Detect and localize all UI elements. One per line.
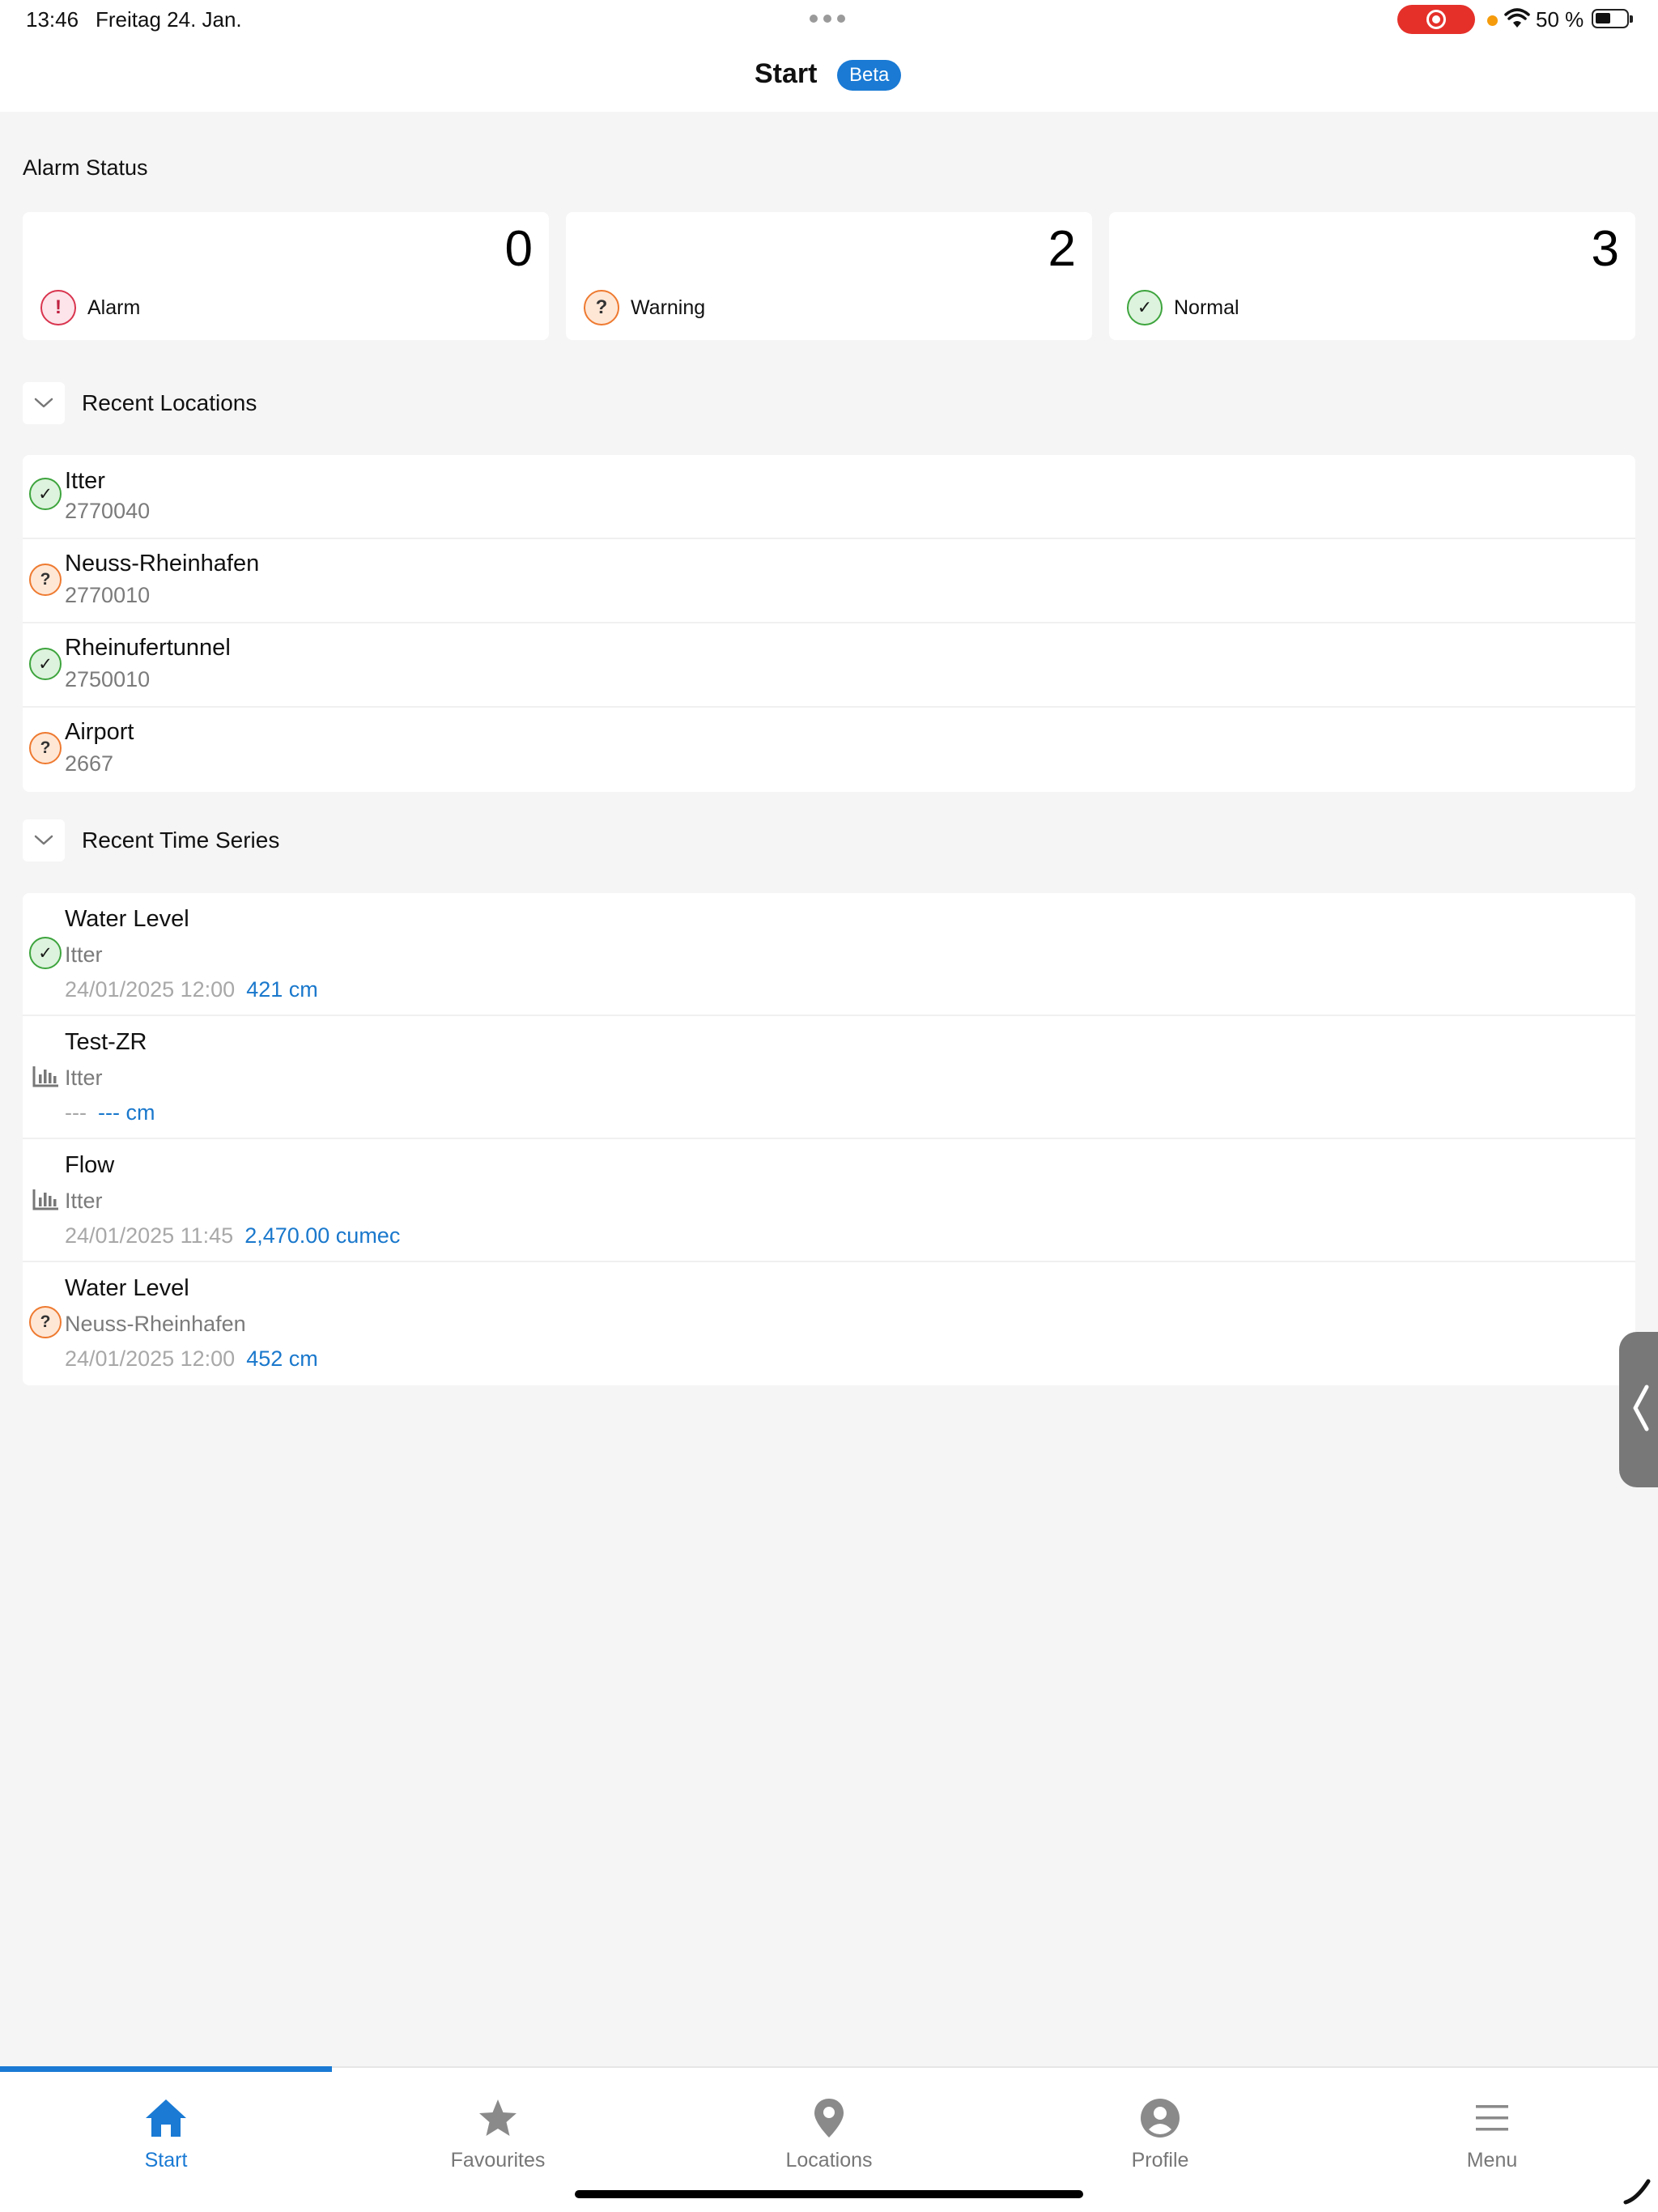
time-series-row[interactable]: Test-ZR Itter --- --- cm bbox=[23, 1016, 1635, 1139]
time-series-value: 2,470.00 cumec bbox=[244, 1223, 401, 1248]
warning-status-icon: ? bbox=[29, 732, 62, 764]
location-pin-icon bbox=[814, 2099, 844, 2138]
mic-indicator-icon bbox=[1487, 15, 1498, 26]
tab-start[interactable]: Start bbox=[0, 2086, 332, 2183]
time-series-location: Itter bbox=[65, 1189, 103, 1213]
normal-status-icon: ✓ bbox=[29, 478, 62, 510]
warning-status-icon: ? bbox=[29, 1306, 62, 1338]
time-series-meta: --- --- cm bbox=[65, 1100, 155, 1125]
location-id: 2770040 bbox=[65, 499, 151, 523]
home-icon bbox=[146, 2099, 186, 2137]
recent-time-series-title: Recent Time Series bbox=[82, 827, 280, 853]
time-series-timestamp: 24/01/2025 11:45 bbox=[65, 1223, 234, 1248]
location-row[interactable]: ✓ Rheinufertunnel 2750010 bbox=[23, 623, 1635, 708]
chevron-down-icon bbox=[34, 398, 53, 408]
location-id: 2750010 bbox=[65, 667, 151, 691]
time-series-timestamp: --- bbox=[65, 1100, 87, 1125]
tab-menu[interactable]: Menu bbox=[1326, 2086, 1658, 2183]
tab-profile[interactable]: Profile bbox=[994, 2086, 1326, 2183]
time-series-name: Water Level bbox=[65, 1275, 189, 1301]
time-series-meta: 24/01/2025 12:00 421 cm bbox=[65, 977, 318, 1002]
alarm-label: Alarm bbox=[87, 296, 141, 319]
battery-icon bbox=[1592, 9, 1633, 28]
time-series-timestamp: 24/01/2025 12:00 bbox=[65, 1346, 236, 1371]
normal-card[interactable]: 3 ✓ Normal bbox=[1109, 212, 1635, 340]
wifi-icon bbox=[1504, 8, 1530, 28]
status-bar: 13:46 Freitag 24. Jan. 50 % bbox=[0, 0, 1658, 40]
recent-time-series-collapse-button[interactable] bbox=[23, 819, 65, 861]
warning-status-icon: ? bbox=[584, 290, 619, 325]
home-indicator[interactable] bbox=[575, 2190, 1083, 2198]
beta-badge: Beta bbox=[837, 60, 902, 91]
time-series-value: --- cm bbox=[97, 1100, 155, 1125]
time-series-name: Test-ZR bbox=[65, 1029, 147, 1055]
alarm-status-icon: ! bbox=[40, 290, 76, 325]
tab-favourites[interactable]: Favourites bbox=[332, 2086, 664, 2183]
battery-percent: 50 % bbox=[1536, 7, 1584, 32]
status-time: 13:46 bbox=[26, 7, 79, 32]
status-date: Freitag 24. Jan. bbox=[96, 7, 242, 32]
tab-label: Favourites bbox=[450, 2149, 546, 2172]
chevron-down-icon bbox=[34, 835, 53, 845]
tab-locations[interactable]: Locations bbox=[663, 2086, 995, 2183]
time-series-row[interactable]: ✓ Water Level Itter 24/01/2025 12:00 421 … bbox=[23, 893, 1635, 1016]
warning-status-icon: ? bbox=[29, 564, 62, 596]
location-name: Neuss-Rheinhafen bbox=[65, 551, 260, 576]
menu-icon bbox=[1476, 2105, 1508, 2131]
time-series-location: Itter bbox=[65, 942, 103, 967]
chart-icon bbox=[32, 1189, 58, 1210]
normal-status-icon: ✓ bbox=[29, 648, 62, 680]
location-name: Itter bbox=[65, 468, 105, 494]
multitasking-dots-icon[interactable] bbox=[810, 15, 845, 23]
location-id: 2667 bbox=[65, 751, 114, 776]
chevron-left-icon bbox=[1633, 1385, 1649, 1431]
active-tab-indicator bbox=[0, 2066, 332, 2072]
nav-header: Start Beta bbox=[0, 40, 1658, 112]
location-id: 2770010 bbox=[65, 583, 151, 607]
location-name: Airport bbox=[65, 719, 134, 745]
location-row[interactable]: ? Neuss-Rheinhafen 2770010 bbox=[23, 539, 1635, 623]
time-series-meta: 24/01/2025 12:00 452 cm bbox=[65, 1346, 318, 1372]
pencil-stroke-icon bbox=[1623, 2179, 1651, 2205]
recent-time-series-list: ✓ Water Level Itter 24/01/2025 12:00 421 … bbox=[23, 893, 1635, 1385]
tab-label: Menu bbox=[1466, 2149, 1518, 2172]
warning-card[interactable]: 2 ? Warning bbox=[566, 212, 1092, 340]
time-series-name: Flow bbox=[65, 1152, 115, 1178]
normal-label: Normal bbox=[1174, 296, 1239, 319]
side-drawer-handle[interactable] bbox=[1619, 1332, 1658, 1487]
normal-count: 3 bbox=[1591, 221, 1619, 277]
recent-locations-list: ✓ Itter 2770040 ? Neuss-Rheinhafen 27700… bbox=[23, 455, 1635, 792]
star-icon bbox=[479, 2099, 517, 2136]
time-series-value: 452 cm bbox=[246, 1346, 318, 1371]
tab-label: Profile bbox=[1131, 2149, 1189, 2172]
warning-label: Warning bbox=[631, 296, 706, 319]
alarm-status-title: Alarm Status bbox=[23, 155, 148, 180]
normal-status-icon: ✓ bbox=[1127, 290, 1163, 325]
recent-locations-collapse-button[interactable] bbox=[23, 382, 65, 424]
location-row[interactable]: ✓ Itter 2770040 bbox=[23, 455, 1635, 539]
location-name: Rheinufertunnel bbox=[65, 635, 231, 661]
time-series-row[interactable]: Flow Itter 24/01/2025 11:45 2,470.00 cume… bbox=[23, 1139, 1635, 1262]
screen-recording-icon[interactable] bbox=[1397, 5, 1475, 34]
page-title: Start bbox=[755, 58, 818, 89]
chart-icon bbox=[32, 1066, 58, 1087]
time-series-row[interactable]: ? Water Level Neuss-Rheinhafen 24/01/202… bbox=[23, 1262, 1635, 1385]
profile-icon bbox=[1141, 2099, 1180, 2138]
time-series-meta: 24/01/2025 11:45 2,470.00 cumec bbox=[65, 1223, 400, 1249]
alarm-card[interactable]: 0 ! Alarm bbox=[23, 212, 549, 340]
app-screen: 13:46 Freitag 24. Jan. 50 % Start Beta A… bbox=[0, 0, 1658, 2212]
normal-status-icon: ✓ bbox=[29, 937, 62, 969]
tab-label: Locations bbox=[785, 2149, 873, 2172]
warning-count: 2 bbox=[1048, 221, 1076, 277]
alarm-count: 0 bbox=[504, 221, 533, 277]
location-row[interactable]: ? Airport 2667 bbox=[23, 708, 1635, 792]
time-series-value: 421 cm bbox=[246, 977, 318, 1002]
time-series-location: Neuss-Rheinhafen bbox=[65, 1312, 246, 1336]
recent-locations-title: Recent Locations bbox=[82, 390, 257, 415]
time-series-timestamp: 24/01/2025 12:00 bbox=[65, 977, 236, 1002]
time-series-name: Water Level bbox=[65, 906, 189, 932]
tab-label: Start bbox=[144, 2149, 188, 2172]
time-series-location: Itter bbox=[65, 1066, 103, 1090]
